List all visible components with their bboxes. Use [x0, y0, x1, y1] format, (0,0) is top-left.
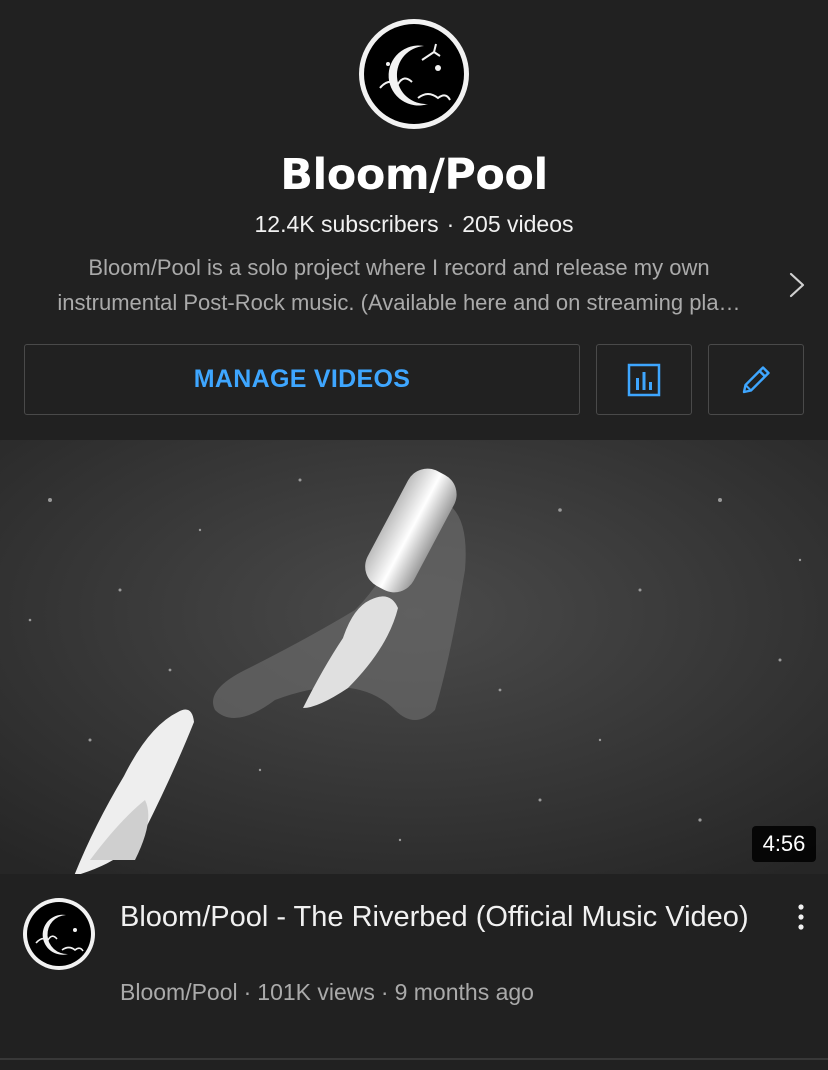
manage-videos-button[interactable]: MANAGE VIDEOS	[24, 344, 580, 415]
channel-page: Bloom/Pool 12.4K subscribers · 205 videos …	[0, 0, 828, 1070]
pencil-icon	[742, 365, 770, 393]
view-count: 101K views	[257, 979, 375, 1005]
separator-dot: ·	[380, 979, 389, 1005]
separator-dot: ·	[243, 979, 252, 1005]
edit-channel-button[interactable]	[708, 344, 804, 415]
bar-chart-icon	[627, 363, 661, 396]
separator-dot: ·	[446, 211, 455, 237]
video-duration-badge: 4:56	[752, 826, 816, 862]
thumbnail-image	[0, 440, 828, 874]
video-thumbnail[interactable]	[0, 440, 828, 874]
more-vert-icon[interactable]	[788, 902, 814, 932]
description-line: instrumental Post-Rock music. (Available…	[57, 290, 741, 315]
video-channel-name[interactable]: Bloom/Pool	[120, 979, 238, 1005]
channel-avatar[interactable]	[22, 897, 96, 971]
description-line: Bloom/Pool is a solo project where I rec…	[88, 255, 710, 280]
video-title[interactable]: Bloom/Pool - The Riverbed (Official Musi…	[120, 898, 770, 936]
chevron-right-icon[interactable]	[786, 270, 808, 300]
analytics-button[interactable]	[596, 344, 692, 415]
channel-logo[interactable]	[358, 18, 470, 130]
channel-name: Bloom/Pool	[280, 150, 548, 200]
upload-age: 9 months ago	[394, 979, 534, 1005]
channel-stats: 12.4K subscribers · 205 videos	[0, 211, 828, 238]
manage-videos-label: MANAGE VIDEOS	[193, 365, 411, 393]
channel-description[interactable]: Bloom/Pool is a solo project where I rec…	[14, 250, 784, 320]
subscriber-count: 12.4K subscribers	[254, 211, 439, 237]
video-metadata: Bloom/Pool · 101K views · 9 months ago	[120, 979, 770, 1006]
divider	[0, 1058, 828, 1060]
video-count: 205 videos	[462, 211, 574, 237]
